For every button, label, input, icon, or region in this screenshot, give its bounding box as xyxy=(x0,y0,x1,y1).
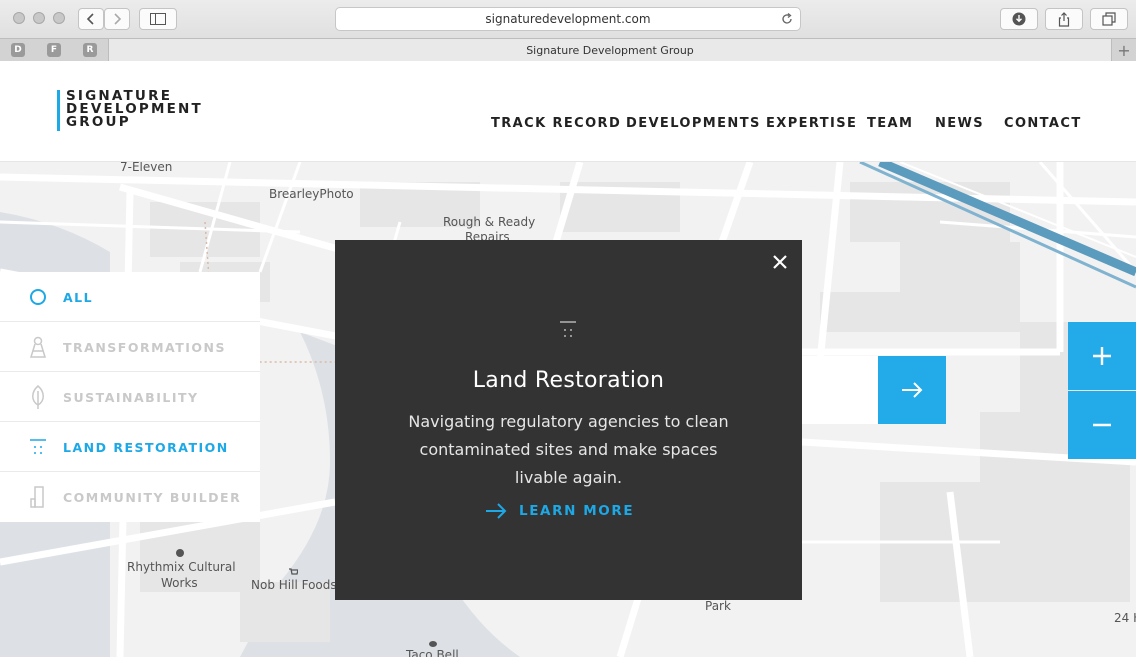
zoom-window-button[interactable] xyxy=(53,12,65,24)
poi-7-eleven[interactable]: 7-Eleven xyxy=(120,162,172,175)
favorite-r[interactable]: R xyxy=(83,43,97,57)
filter-label: TRANSFORMATIONS xyxy=(63,340,226,355)
modal-description: Navigating regulatory agencies to clean … xyxy=(408,412,729,487)
logo[interactable]: SIGNATURE DEVELOPMENT GROUP xyxy=(57,89,203,131)
filter-all[interactable]: ALL xyxy=(0,272,260,322)
new-tab-button[interactable]: + xyxy=(1112,39,1136,61)
nav-contact[interactable]: CONTACT xyxy=(1004,116,1082,131)
food-icon xyxy=(429,641,437,647)
plus-icon: + xyxy=(1117,40,1131,60)
nav-developments[interactable]: DEVELOPMENTS xyxy=(626,116,761,131)
logo-line-3: GROUP xyxy=(66,114,131,130)
share-button[interactable] xyxy=(1045,8,1083,30)
arrow-right-icon xyxy=(486,503,507,519)
filter-label: SUSTAINABILITY xyxy=(63,390,199,405)
tabs-icon xyxy=(1102,12,1116,26)
land-dots-icon xyxy=(560,321,576,337)
tab-bar: D F R Signature Development Group + xyxy=(0,38,1136,61)
learn-more-link[interactable]: LEARN MORE xyxy=(485,501,634,521)
cart-icon xyxy=(289,568,298,575)
sidebar-toggle-button[interactable] xyxy=(139,8,177,30)
tower-icon xyxy=(27,335,49,359)
chevron-right-icon xyxy=(114,13,122,25)
address-bar[interactable]: signaturedevelopment.com xyxy=(335,7,801,31)
tabs-overview-button[interactable] xyxy=(1090,8,1128,30)
go-button[interactable] xyxy=(878,356,946,424)
circle-icon xyxy=(27,285,49,309)
zoom-controls xyxy=(1068,322,1136,459)
poi-works[interactable]: Works xyxy=(161,576,198,591)
filter-transformations[interactable]: TRANSFORMATIONS xyxy=(0,322,260,372)
close-icon[interactable] xyxy=(772,254,788,270)
land-dots-icon xyxy=(27,435,49,459)
poi-taco-bell[interactable]: Taco Bell xyxy=(406,648,459,657)
filter-label: LAND RESTORATION xyxy=(63,440,229,455)
downloads-button[interactable] xyxy=(1000,8,1038,30)
filter-community-builder[interactable]: COMMUNITY BUILDER xyxy=(0,472,260,522)
poi-park[interactable]: Park xyxy=(705,599,731,614)
building-icon xyxy=(27,485,49,509)
poi-nob-hill-foods[interactable]: Nob Hill Foods xyxy=(251,578,337,593)
filter-label: ALL xyxy=(63,290,94,305)
filter-label: COMMUNITY BUILDER xyxy=(63,490,242,505)
search-input[interactable] xyxy=(802,356,878,424)
learn-more-label: LEARN MORE xyxy=(519,503,635,519)
nav-track-record[interactable]: TRACK RECORD xyxy=(491,116,621,131)
download-icon xyxy=(1012,12,1026,26)
category-info-modal: Land Restoration Navigating regulatory a… xyxy=(335,240,802,600)
filter-sustainability[interactable]: SUSTAINABILITY xyxy=(0,372,260,422)
zoom-in-button[interactable] xyxy=(1068,322,1136,390)
poi-24h[interactable]: 24 H xyxy=(1114,611,1136,626)
chevron-left-icon xyxy=(86,13,94,25)
filter-land-restoration[interactable]: LAND RESTORATION xyxy=(0,422,260,472)
leaf-icon xyxy=(27,385,49,409)
poi-rough-ready[interactable]: Rough & Ready xyxy=(443,215,535,230)
close-window-button[interactable] xyxy=(13,12,25,24)
category-filter-panel: ALL TRANSFORMATIONS SUSTAINABILITY LAND … xyxy=(0,272,260,522)
modal-title: Land Restoration xyxy=(472,368,665,393)
browser-toolbar: signaturedevelopment.com D F R Signature… xyxy=(0,0,1136,61)
poi-rhythmix[interactable]: Rhythmix Cultural xyxy=(127,560,236,575)
zoom-out-button[interactable] xyxy=(1068,391,1136,459)
forward-button[interactable] xyxy=(104,8,130,30)
nav-news[interactable]: NEWS xyxy=(935,116,984,131)
back-button[interactable] xyxy=(78,8,104,30)
plus-icon xyxy=(1093,347,1111,365)
favorite-f[interactable]: F xyxy=(47,43,61,57)
url-text: signaturedevelopment.com xyxy=(485,12,651,26)
minimize-window-button[interactable] xyxy=(33,12,45,24)
poi-brearleyphoto[interactable]: BrearleyPhoto xyxy=(269,187,354,202)
sidebar-icon xyxy=(150,13,166,25)
nav-expertise[interactable]: EXPERTISE xyxy=(766,116,857,131)
site-header: SIGNATURE DEVELOPMENT GROUP TRACK RECORD… xyxy=(0,61,1136,162)
reload-icon[interactable] xyxy=(780,12,794,26)
tab-title: Signature Development Group xyxy=(526,43,694,57)
favorite-d[interactable]: D xyxy=(11,43,25,57)
minus-icon xyxy=(1093,423,1111,427)
active-tab[interactable]: Signature Development Group xyxy=(108,39,1112,61)
share-icon xyxy=(1058,11,1070,27)
nav-team[interactable]: TEAM xyxy=(867,116,913,131)
art-icon xyxy=(176,549,184,557)
arrow-right-icon xyxy=(902,382,923,398)
